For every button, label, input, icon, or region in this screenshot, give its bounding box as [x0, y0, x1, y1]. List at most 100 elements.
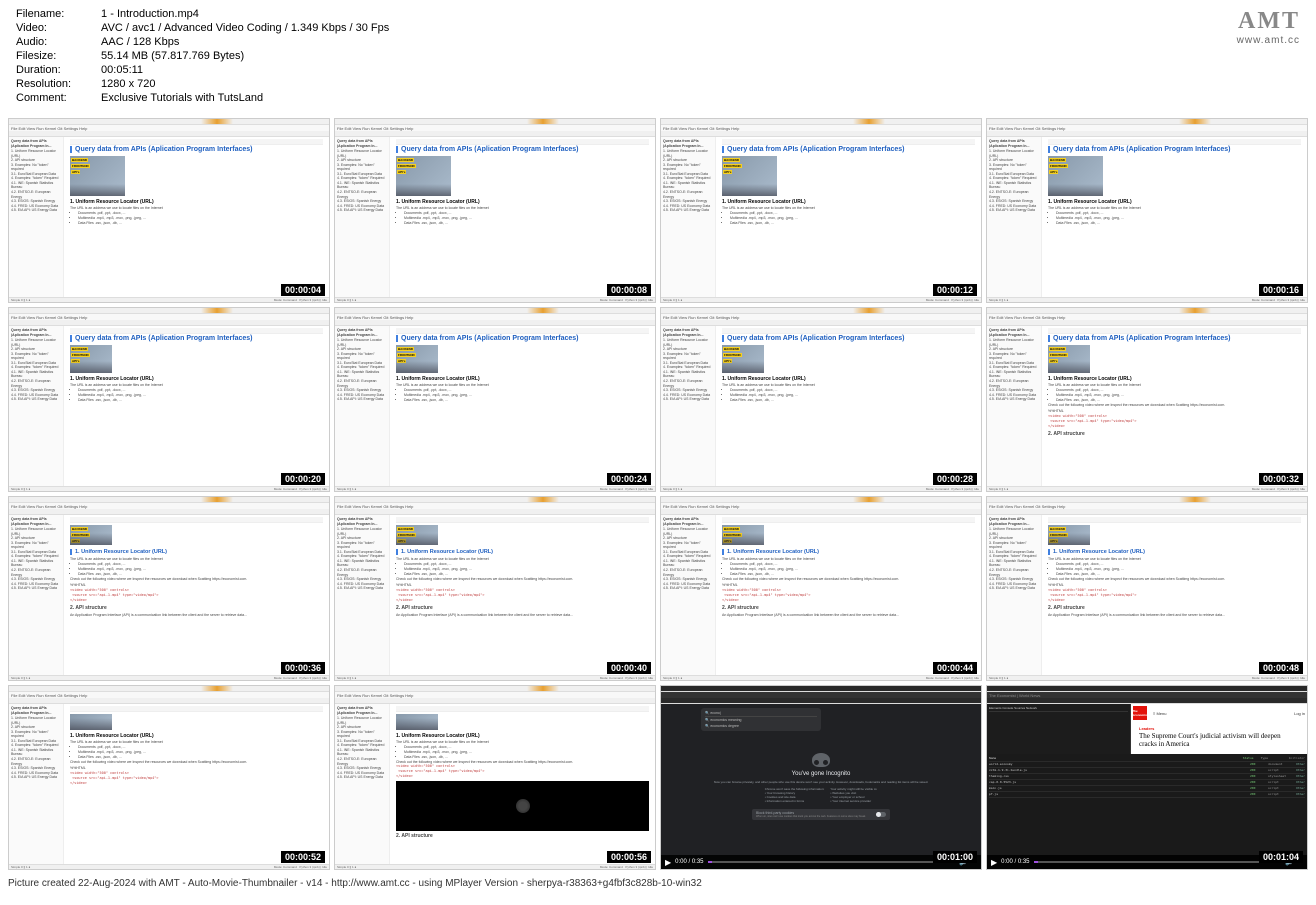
notebook-sidebar: Query data from APIs (Aplication Program…	[9, 704, 64, 864]
timestamp: 00:00:16	[1259, 284, 1303, 296]
notebook-sidebar: Query data from APIs (Aplication Program…	[335, 704, 390, 864]
timestamp: 00:00:40	[607, 662, 651, 674]
timestamp: 00:00:24	[607, 473, 651, 485]
comment-value: Exclusive Tutorials with TutsLand	[101, 92, 389, 106]
thumbnail-12: File Edit View Run Kernel Git Settings H…	[8, 685, 330, 870]
main-heading: Query data from APIs (Aplication Program…	[70, 146, 323, 153]
thumbnail-0: File Edit View Run Kernel Git Settings H…	[8, 118, 330, 303]
timestamp: 00:00:36	[281, 662, 325, 674]
progress-track[interactable]	[1034, 861, 1282, 863]
statusbar: Simple 0 § 1 ●Mode: Command Python 3 (ip…	[335, 675, 655, 680]
notebook-sidebar: Query data from APIs (Aplication Program…	[661, 326, 716, 486]
thumbnail-8: File Edit View Run Kernel Git Settings H…	[8, 496, 330, 681]
timestamp: 00:00:08	[607, 284, 651, 296]
thumbnail-10: File Edit View Run Kernel Git Settings H…	[660, 496, 982, 681]
main-heading: Query data from APIs (Aplication Program…	[70, 335, 323, 342]
filename-label: Filename:	[16, 8, 101, 22]
timestamp: 00:00:12	[933, 284, 977, 296]
notebook-sidebar: Query data from APIs (Aplication Program…	[661, 137, 716, 297]
duration-value: 00:05:11	[101, 64, 389, 78]
thumbnail-13: File Edit View Run Kernel Git Settings H…	[334, 685, 656, 870]
notebook-content: Query data from APIs (Aplication Program…	[64, 326, 329, 486]
resolution-value: 1280 x 720	[101, 78, 389, 92]
notebook-content: Query data from APIs (Aplication Program…	[1042, 326, 1307, 486]
notebook-image: BACKENDFRONTENDAPI's	[70, 156, 125, 196]
notebook-sidebar: Query data from APIs (Aplication Program…	[987, 326, 1042, 486]
thumbnail-9: File Edit View Run Kernel Git Settings H…	[334, 496, 656, 681]
thumbnail-5: File Edit View Run Kernel Git Settings H…	[334, 307, 656, 492]
progress-track[interactable]	[708, 861, 956, 863]
thumbnail-6: File Edit View Run Kernel Git Settings H…	[660, 307, 982, 492]
notebook-content: Query data from APIs (Aplication Program…	[64, 137, 329, 297]
statusbar: Simple 0 § 1 ●Mode: Command Python 3 (ip…	[987, 675, 1307, 680]
statusbar: Simple 0 § 1 ●Mode: Command Python 3 (ip…	[9, 675, 329, 680]
statusbar: Simple 0 § 1 ●Mode: Command Python 3 (ip…	[661, 297, 981, 302]
thumbnail-3: File Edit View Run Kernel Git Settings H…	[986, 118, 1308, 303]
audio-value: AAC / 128 Kbps	[101, 36, 389, 50]
notebook-sidebar: Query data from APIs (Aplication Program…	[335, 137, 390, 297]
timestamp: 00:00:44	[933, 662, 977, 674]
statusbar: Simple 0 § 1 ●Mode: Command Python 3 (ip…	[661, 486, 981, 491]
cookie-toggle[interactable]: Block third-party cookiesWhen on, sites …	[752, 809, 890, 820]
notebook-image: BACKENDFRONTENDAPI's	[722, 156, 777, 196]
statusbar: Simple 0 § 1 ●Mode: Command Python 3 (ip…	[335, 297, 655, 302]
timestamp: 00:00:20	[281, 473, 325, 485]
metadata-table: Filename:1 - Introduction.mp4 Video:AVC …	[16, 8, 389, 106]
logo: AMT www.amt.cc	[1237, 8, 1300, 106]
logo-text: AMT	[1237, 8, 1300, 35]
section-label: Leaders	[1139, 726, 1299, 731]
filesize-label: Filesize:	[16, 50, 101, 64]
play-time: 0:00 / 0:35	[675, 859, 703, 865]
notebook-content: Query data from APIs (Aplication Program…	[390, 326, 655, 486]
statusbar: Simple 0 § 1 ●Mode: Command Python 3 (ip…	[987, 297, 1307, 302]
timestamp: 00:00:52	[281, 851, 325, 863]
notebook-sidebar: Query data from APIs (Aplication Program…	[661, 515, 716, 675]
notebook-content: Query data from APIs (Aplication Program…	[716, 137, 981, 297]
main-heading: Query data from APIs (Aplication Program…	[722, 335, 975, 342]
notebook-content: BACKENDFRONTENDAPI's 1. Uniform Resource…	[716, 515, 981, 675]
toggle-switch[interactable]	[876, 812, 886, 817]
economist-page: Elements Console Sources Network TheEcon…	[987, 704, 1307, 869]
timestamp: 00:00:32	[1259, 473, 1303, 485]
notebook-content: BACKENDFRONTENDAPI's 1. Uniform Resource…	[1042, 515, 1307, 675]
video-label: Video:	[16, 22, 101, 36]
statusbar: Simple 0 § 1 ●Mode: Command Python 3 (ip…	[9, 297, 329, 302]
notebook-content: 1. Uniform Resource Locator (URL) The UR…	[64, 704, 329, 864]
statusbar: Simple 0 § 1 ●Mode: Command Python 3 (ip…	[987, 486, 1307, 491]
notebook-content: Query data from APIs (Aplication Program…	[716, 326, 981, 486]
thumbnail-7: File Edit View Run Kernel Git Settings H…	[986, 307, 1308, 492]
statusbar: Simple 0 § 1 ●Mode: Command Python 3 (ip…	[335, 486, 655, 491]
menu-button[interactable]: ≡ Menu	[1153, 711, 1166, 716]
notebook-content: BACKENDFRONTENDAPI's 1. Uniform Resource…	[64, 515, 329, 675]
devtools-sidebar: Elements Console Sources Network	[987, 704, 1131, 754]
notebook-sidebar: Query data from APIs (Aplication Program…	[335, 326, 390, 486]
timestamp: 00:00:04	[281, 284, 325, 296]
thumbnail-grid: File Edit View Run Kernel Git Settings H…	[0, 114, 1316, 874]
notebook-sidebar: Query data from APIs (Aplication Program…	[987, 137, 1042, 297]
login-button[interactable]: Log in	[1294, 711, 1305, 716]
play-icon[interactable]: ▶	[665, 858, 671, 867]
incognito-title: You've gone Incognito	[792, 771, 851, 777]
timestamp: 00:00:48	[1259, 662, 1303, 674]
incognito-icon	[812, 753, 830, 767]
header: Filename:1 - Introduction.mp4 Video:AVC …	[0, 0, 1316, 114]
timestamp: 00:00:28	[933, 473, 977, 485]
thumbnail-1: File Edit View Run Kernel Git Settings H…	[334, 118, 656, 303]
video-value: AVC / avc1 / Advanced Video Coding / 1.3…	[101, 22, 389, 36]
filename-value: 1 - Introduction.mp4	[101, 8, 389, 22]
notebook-sidebar: Query data from APIs (Aplication Program…	[9, 137, 64, 297]
notebook-content: 1. Uniform Resource Locator (URL) The UR…	[390, 704, 655, 864]
logo-url: www.amt.cc	[1237, 35, 1300, 46]
resolution-label: Resolution:	[16, 78, 101, 92]
timestamp: 00:00:56	[607, 851, 651, 863]
statusbar: Simple 0 § 1 ●Mode: Command Python 3 (ip…	[9, 864, 329, 869]
play-icon[interactable]: ▶	[991, 858, 997, 867]
notebook-image: BACKENDFRONTENDAPI's	[1048, 156, 1103, 196]
economist-logo: TheEconomist	[1133, 706, 1147, 720]
notebook-sidebar: Query data from APIs (Aplication Program…	[9, 326, 64, 486]
main-heading: Query data from APIs (Aplication Program…	[396, 146, 649, 153]
notebook-sidebar: Query data from APIs (Aplication Program…	[335, 515, 390, 675]
thumbnail-15: The Economist | World News Elements Cons…	[986, 685, 1308, 870]
thumbnail-2: File Edit View Run Kernel Git Settings H…	[660, 118, 982, 303]
timestamp: 00:01:00	[933, 851, 977, 863]
